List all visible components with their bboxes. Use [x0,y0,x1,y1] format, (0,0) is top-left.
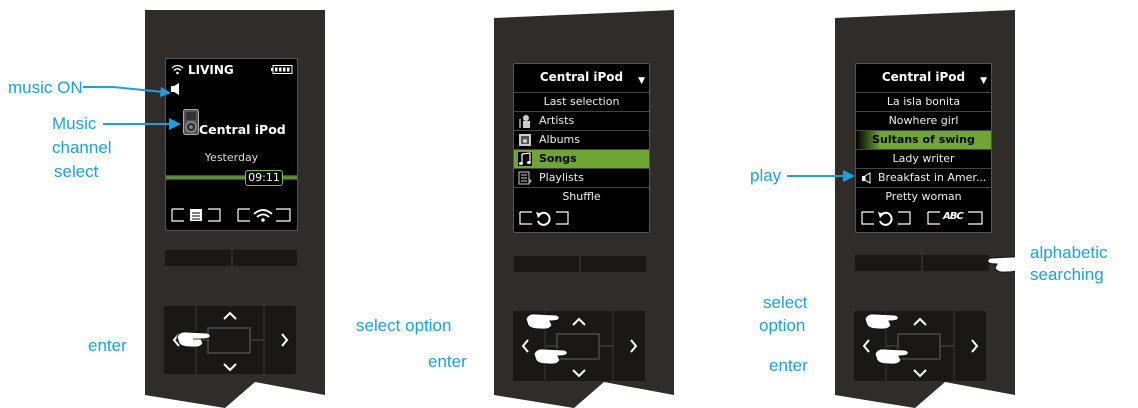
callout-arrow-channel [103,118,181,130]
callout-select-label: select [54,162,99,181]
soft-button-left [165,250,231,266]
song-item[interactable]: Nowhere girl [856,111,991,130]
menu-item-playlists[interactable]: Playlists [514,168,649,187]
album-icon [519,134,531,146]
menu-title: Central iPod [539,70,624,84]
back-icon [878,211,893,226]
callout-enter-2: enter [428,352,467,371]
menu-item-songs[interactable]: Songs [514,149,649,168]
song-item[interactable]: Pretty woman [856,187,991,206]
soft-button-left [514,256,579,272]
speaker-icon [862,172,871,184]
time-display: 09:11 [245,170,283,186]
callout-channel-label: channel [52,138,112,157]
artist-icon [519,115,530,128]
remote-device-3: Central iPod ▼ La isla bonita Nowhere gi… [835,0,1015,408]
menu-item-shuffle[interactable]: Shuffle [514,187,649,206]
soft-button-right [233,250,297,266]
menu-icon [190,209,202,221]
dropdown-caret-icon: ▼ [638,76,645,86]
menu-item-albums[interactable]: Albums [514,130,649,149]
softkey-bar [519,211,569,226]
callout-select-option-2: select option [356,316,452,335]
callout-searching: searching [1030,265,1104,284]
note-icon [518,152,532,166]
song-item-selected[interactable]: Sultans of swing [856,130,991,149]
softkey-bar [861,211,983,226]
back-icon [536,211,551,226]
remote-device-2: Central iPod ▼ Last selection Artists Al… [494,0,674,408]
room-label: LIVING [188,63,234,77]
callout-arrow-music-on [83,86,171,97]
battery-icon [271,65,293,74]
song-item[interactable]: La isla bonita [856,92,991,111]
softkey-bar [171,208,291,222]
menu-title: Central iPod [881,70,966,84]
device2-screen: Central iPod ▼ Last selection Artists Al… [513,63,650,233]
callout-music-label: Music [52,114,97,133]
playlist-icon [518,171,532,185]
ipod-icon [183,109,199,135]
callout-play: play [750,166,782,185]
song-item-playing[interactable]: Breakfast in Amer... [856,168,991,187]
abc-sort-icon: ABC [943,211,964,222]
device1-screen: LIVING Central iPod Yesterday 09:11 [165,58,298,231]
dropdown-caret-icon: ▼ [980,76,987,86]
wifi-icon [171,64,184,75]
channel-subtitle: Yesterday [204,151,259,164]
soft-button-right [923,255,989,271]
callout-enter-1: enter [88,336,127,355]
soft-button-right [581,256,646,272]
callout-arrow-play [787,170,855,182]
soft-button-left [855,255,921,271]
wifi-softkey-icon [253,209,273,222]
song-item[interactable]: Lady writer [856,149,991,168]
callout-option: option [759,316,806,335]
callout-enter-3: enter [769,356,808,375]
callout-music-on: music ON [8,78,83,97]
remote-device-1: LIVING Central iPod Yesterday 09:11 [145,0,325,408]
channel-name: Central iPod [199,122,286,137]
menu-item-artists[interactable]: Artists [514,111,649,130]
callout-alphabetic: alphabetic [1030,243,1108,262]
callout-select: select [763,293,808,312]
device3-screen: Central iPod ▼ La isla bonita Nowhere gi… [855,63,992,233]
menu-item-last-selection[interactable]: Last selection [514,92,649,111]
